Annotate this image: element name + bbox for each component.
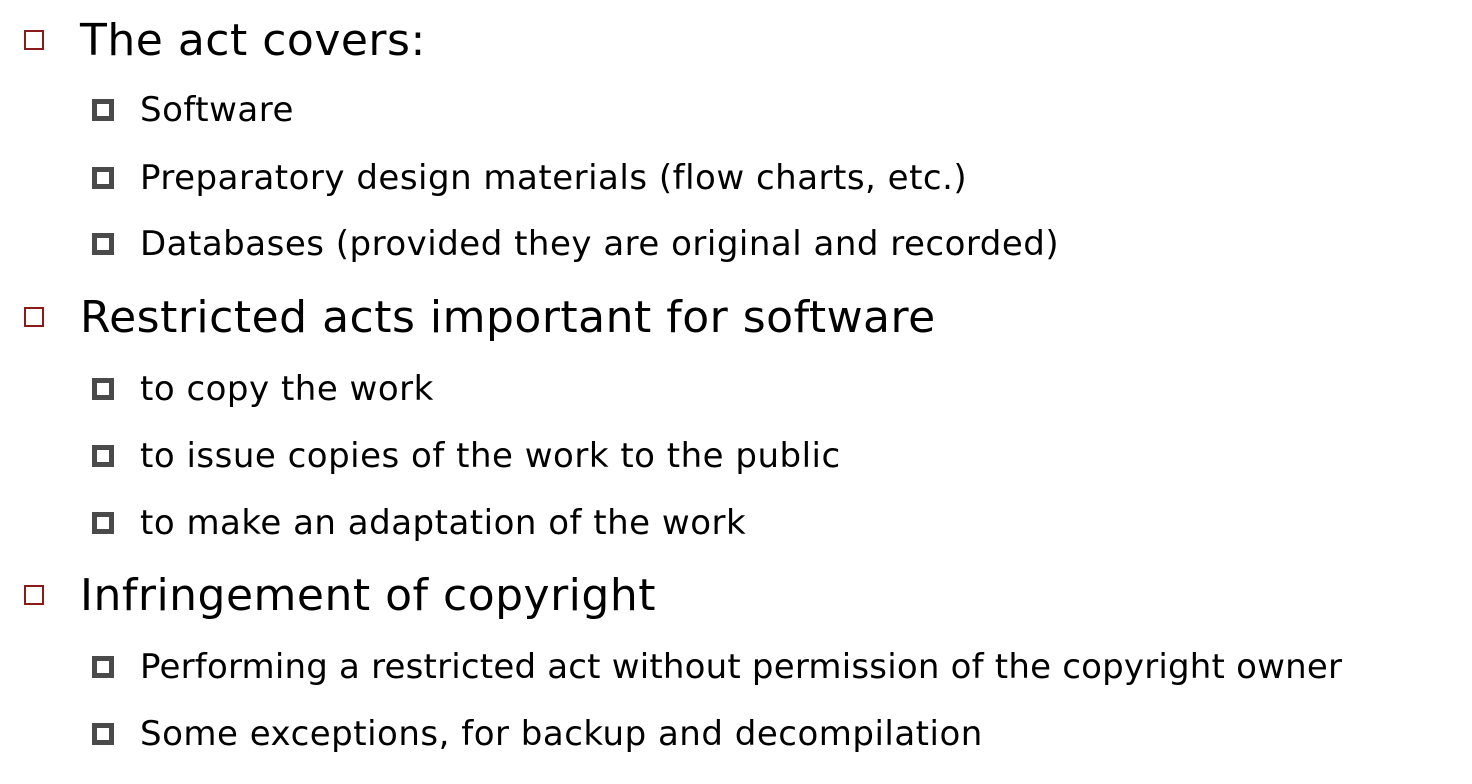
hollow-square-bullet-icon [24,307,44,327]
bullet-item-level2: Software [92,86,294,134]
filled-square-bullet-icon [92,656,114,678]
sub-item-text: to copy the work [140,369,434,409]
filled-square-bullet-icon [92,167,114,189]
filled-square-bullet-icon [92,512,114,534]
filled-square-bullet-icon [92,723,114,745]
section-heading: The act covers: [80,14,426,66]
sub-item-text: to make an adaptation of the work [140,503,747,543]
sub-item-text: Preparatory design materials (flow chart… [140,158,968,198]
bullet-item-level2: Preparatory design materials (flow chart… [92,154,967,202]
filled-square-bullet-icon [92,445,114,467]
bullet-item-level1: Restricted acts important for software [24,287,936,347]
section-heading: Infringement of copyright [80,569,656,621]
sub-item-text: Performing a restricted act without perm… [140,647,1343,687]
bullet-item-level1: The act covers: [24,10,426,70]
sub-item-text: Databases (provided they are original an… [140,224,1060,264]
bullet-item-level2: Some exceptions, for backup and decompil… [92,710,983,758]
hollow-square-bullet-icon [24,30,44,50]
sub-item-text: Software [140,90,294,130]
bullet-item-level2: to make an adaptation of the work [92,499,746,547]
bullet-item-level2: to copy the work [92,365,434,413]
filled-square-bullet-icon [92,233,114,255]
bullet-item-level2: Performing a restricted act without perm… [92,643,1342,691]
sub-item-text: to issue copies of the work to the publi… [140,436,841,476]
bullet-item-level2: to issue copies of the work to the publi… [92,432,841,480]
filled-square-bullet-icon [92,378,114,400]
filled-square-bullet-icon [92,99,114,121]
sub-item-text: Some exceptions, for backup and decompil… [140,714,983,754]
slide-content: The act covers: Software Preparatory des… [0,0,1472,784]
bullet-item-level1: Infringement of copyright [24,565,656,625]
hollow-square-bullet-icon [24,585,44,605]
bullet-item-level2: Databases (provided they are original an… [92,220,1059,268]
section-heading: Restricted acts important for software [80,291,936,343]
